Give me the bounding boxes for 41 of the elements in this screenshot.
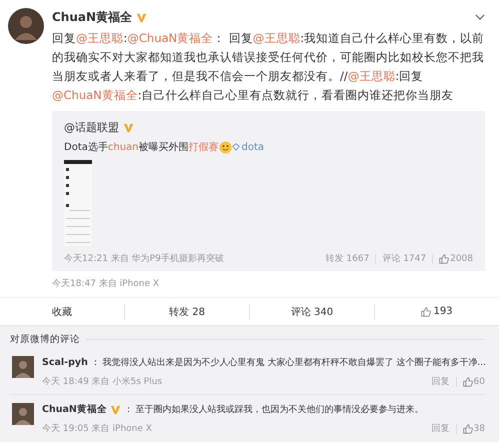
- action-button[interactable]: 收藏: [0, 298, 124, 325]
- comment-time: 今天 18:49 来自 小米5s Plus: [42, 376, 162, 388]
- repost-text: Dota选手: [64, 140, 108, 154]
- repost-text: 被曝买外围: [138, 140, 189, 154]
- mention-link[interactable]: @王思聪: [348, 69, 396, 83]
- repost-time: 今天12:21 来自 华为P9手机摄影再突破: [64, 252, 224, 265]
- avatar[interactable]: [8, 8, 44, 44]
- thumbs-up-icon: [439, 254, 450, 264]
- topic-link[interactable]: 打假赛: [188, 140, 219, 154]
- section-title: 对原微博的评论: [10, 332, 80, 346]
- action-button[interactable]: 转发 28: [125, 298, 249, 325]
- like-button[interactable]: 2008: [439, 254, 473, 264]
- mention-link[interactable]: @王思聪: [76, 31, 124, 45]
- repost-count[interactable]: 转发 1667: [326, 252, 370, 265]
- smiley-icon: [218, 140, 232, 154]
- post-text: 回复@王思聪:@ChuaN黄福全： 回复@王思聪:我知道自己什么样心里有数，以前的我确实不对大家都知道我也承认错误接受任何代价，可能圈内比如校长您不把我当朋友或者人来看了，但是我不信会一个朋友都没有。//@王思聪:回复 @ChuaN黄福全:自己什么样自己心里有点数就行，看看圈内谁还把你当朋友: [52, 30, 485, 104]
- mention-link[interactable]: @ChuaN黄福全: [127, 31, 214, 45]
- mention-link[interactable]: @王思聪: [252, 31, 300, 45]
- commenter-name[interactable]: ChuaN黄福全: [42, 403, 107, 416]
- link-icon: [232, 143, 240, 151]
- like-button[interactable]: 193: [375, 298, 499, 325]
- thumbs-up-icon: [462, 424, 473, 434]
- comment-text: ： 至于圈内如果没人站我或踩我，也因为不关他们的事情没必要参与进来。: [124, 404, 424, 416]
- comment-time: 今天 19:05 来自 iPhone X: [42, 422, 152, 435]
- action-button[interactable]: 评论 340: [250, 298, 374, 325]
- thumbs-up-icon: [421, 306, 432, 316]
- topic-link[interactable]: chuan: [108, 142, 139, 152]
- mention-link[interactable]: @ChuaN黄福全: [52, 88, 138, 102]
- author-name[interactable]: ChuaN黄福全: [52, 8, 132, 26]
- link[interactable]: dota: [232, 142, 264, 152]
- comment-text: ： 我觉得没人站出来是因为不少人心里有鬼 大家心里都有杆秤不敢自爆罢了 这个圈子能有多干净...: [90, 356, 486, 369]
- reply-link[interactable]: 回复: [432, 375, 450, 388]
- repost-author[interactable]: @话题联盟: [64, 120, 119, 134]
- chevron-icon[interactable]: [475, 14, 485, 20]
- post-time: 今天18:47 来自 iPhone X: [52, 278, 160, 291]
- thumbs-up-icon: [462, 376, 473, 386]
- comment-count[interactable]: 评论 1747: [382, 252, 426, 265]
- commenter-name[interactable]: Scal-pyh: [42, 357, 88, 368]
- reply-link[interactable]: 回复: [432, 422, 450, 435]
- like-button[interactable]: 38: [462, 424, 485, 434]
- like-button[interactable]: 60: [462, 376, 485, 386]
